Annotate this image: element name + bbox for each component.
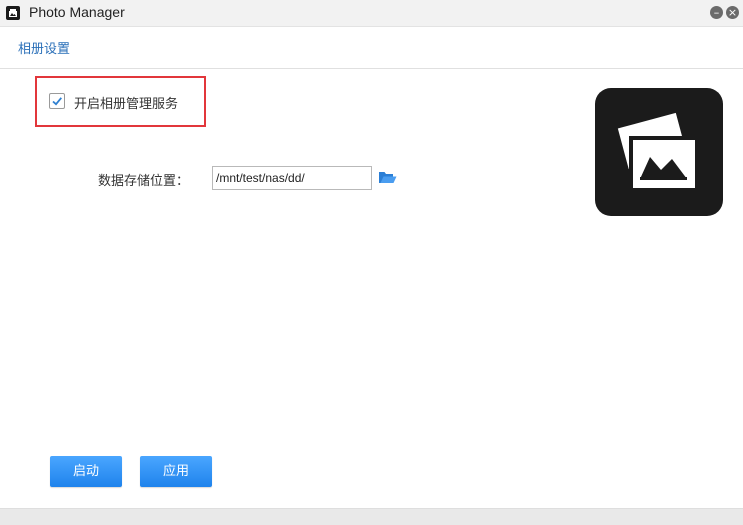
- start-button[interactable]: 启动: [50, 456, 122, 487]
- enable-service-checkbox[interactable]: [49, 93, 65, 109]
- photo-app-logo: [595, 88, 723, 216]
- status-bar: [0, 508, 743, 525]
- title-bar: Photo Manager – ×: [0, 0, 743, 27]
- storage-path-input[interactable]: [212, 166, 372, 190]
- minimize-button[interactable]: –: [710, 6, 723, 19]
- window-title: Photo Manager: [29, 4, 125, 20]
- tab-album-settings[interactable]: 相册设置: [18, 38, 70, 57]
- photos-icon: [617, 112, 697, 188]
- checkmark-icon: [52, 97, 62, 106]
- enable-service-label: 开启相册管理服务: [74, 97, 179, 112]
- folder-open-icon[interactable]: [378, 169, 397, 186]
- storage-path-label: 数据存储位置：: [98, 174, 190, 189]
- apply-button[interactable]: 应用: [140, 456, 212, 487]
- close-button[interactable]: ×: [726, 6, 739, 19]
- settings-header: 相册设置: [0, 27, 743, 69]
- photo-manager-icon: [6, 6, 20, 20]
